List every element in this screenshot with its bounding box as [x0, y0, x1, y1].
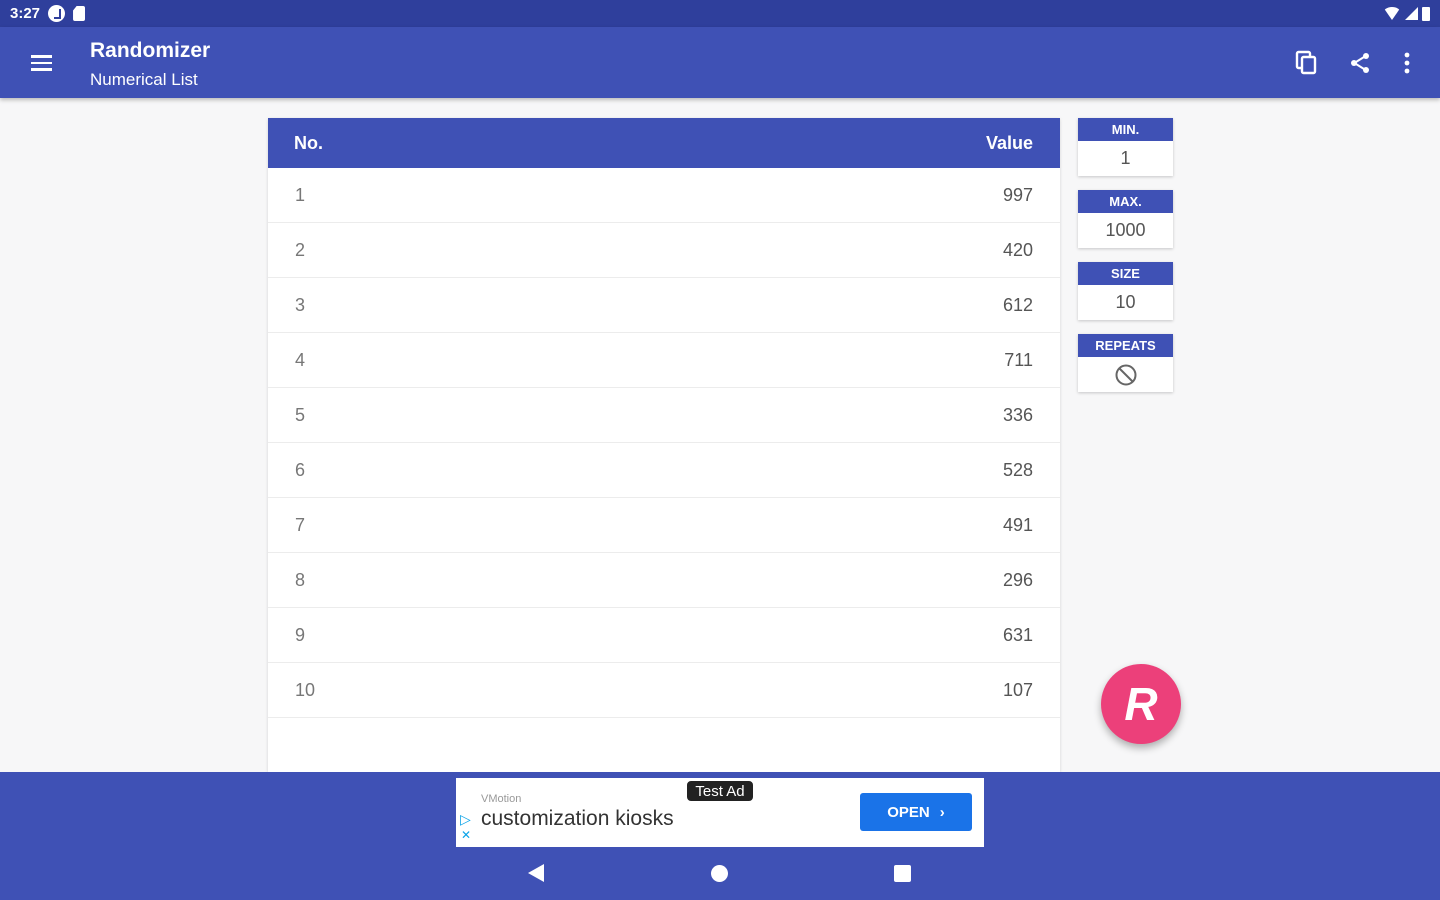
row-number: 2	[295, 239, 306, 260]
row-value: 420	[1002, 239, 1033, 260]
min-label: MIN.	[1078, 118, 1173, 141]
row-value: 491	[1002, 514, 1033, 535]
row-value: 528	[1002, 459, 1033, 480]
column-header-no: No.	[294, 132, 323, 153]
table-row: 8 296	[268, 553, 1060, 608]
max-value: 1000	[1105, 220, 1146, 240]
max-label: MAX.	[1078, 190, 1173, 213]
row-value: 631	[1002, 624, 1033, 645]
table-row: 9 631	[268, 608, 1060, 663]
app-subtitle: Numerical List	[90, 70, 198, 89]
randomize-fab[interactable]: R	[1101, 664, 1181, 744]
repeats-value	[1078, 357, 1173, 392]
status-time: 3:27	[10, 5, 41, 22]
status-bar: 3:27	[0, 0, 1440, 27]
recents-icon[interactable]	[894, 865, 911, 882]
block-icon	[1115, 364, 1136, 385]
table-row: 2 420	[268, 223, 1060, 278]
table-row: 3 612	[268, 278, 1060, 333]
wifi-icon	[1383, 7, 1401, 20]
test-ad-badge: Test Ad	[686, 780, 754, 802]
table-row: 10 107	[268, 663, 1060, 718]
table-header: No. Value	[268, 118, 1060, 168]
size-setting[interactable]: SIZE 10	[1078, 262, 1173, 320]
ad-open-button[interactable]: OPEN ›	[860, 793, 972, 831]
results-table: No. Value 1 997 2 420 3 612 4 711 5 336 6 528 …	[268, 118, 1060, 772]
row-number: 6	[295, 459, 306, 480]
row-number: 8	[295, 569, 306, 590]
ad-open-label: OPEN	[887, 803, 930, 821]
min-value: 1	[1120, 148, 1131, 168]
row-number: 3	[295, 294, 306, 315]
table-row: 1 997	[268, 168, 1060, 223]
app-bar: Randomizer Numerical List	[0, 27, 1440, 98]
row-number: 4	[295, 349, 306, 370]
ad-advertiser: VMotion	[481, 793, 522, 805]
row-number: 7	[295, 514, 306, 535]
row-value: 336	[1002, 404, 1033, 425]
row-number: 1	[295, 184, 306, 205]
column-header-value: Value	[985, 132, 1033, 153]
menu-icon[interactable]	[22, 47, 60, 79]
table-row: 5 336	[268, 388, 1060, 443]
table-row: 6 528	[268, 443, 1060, 498]
repeats-setting[interactable]: REPEATS	[1078, 334, 1173, 392]
cell-signal-icon	[1405, 7, 1418, 20]
row-number: 10	[295, 679, 316, 700]
notification-icon	[48, 5, 66, 22]
copy-icon[interactable]	[1289, 47, 1323, 79]
battery-icon	[1422, 6, 1430, 21]
repeats-label: REPEATS	[1078, 334, 1173, 357]
row-value: 107	[1002, 679, 1033, 700]
row-value: 711	[1004, 349, 1033, 370]
row-number: 5	[295, 404, 306, 425]
back-icon[interactable]	[528, 864, 544, 882]
table-row: 7 491	[268, 498, 1060, 553]
ad-close-icon[interactable]: ✕	[461, 828, 471, 842]
ad-choices-icon[interactable]: ▷	[460, 811, 471, 828]
share-icon[interactable]	[1343, 47, 1377, 79]
row-value: 612	[1002, 294, 1033, 315]
sd-card-icon	[73, 6, 86, 21]
row-number: 9	[295, 624, 306, 645]
row-value: 997	[1002, 184, 1033, 205]
min-setting[interactable]: MIN. 1	[1078, 118, 1173, 176]
table-row: 4 711	[268, 333, 1060, 388]
ad-headline: customization kiosks	[481, 807, 674, 830]
size-value: 10	[1115, 292, 1136, 312]
more-vert-icon[interactable]	[1390, 47, 1424, 79]
home-icon[interactable]	[711, 865, 728, 882]
app-title: Randomizer	[90, 39, 211, 62]
max-setting[interactable]: MAX. 1000	[1078, 190, 1173, 248]
size-label: SIZE	[1078, 262, 1173, 285]
row-value: 296	[1002, 569, 1033, 590]
chevron-right-icon: ›	[939, 803, 945, 821]
